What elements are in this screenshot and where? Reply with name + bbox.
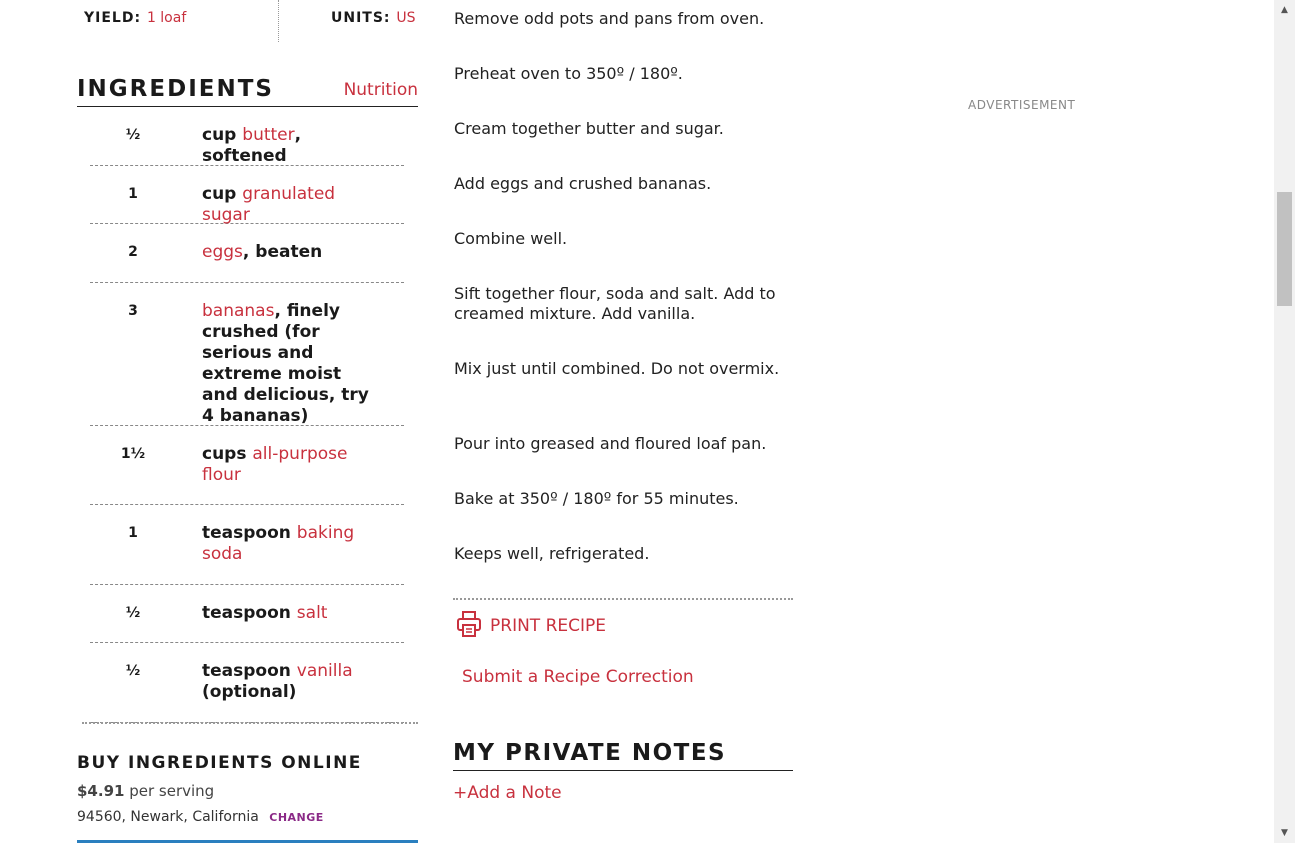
ingredient-link[interactable]: eggs [202, 242, 243, 262]
ingredient-unit-text: teaspoon [202, 603, 297, 623]
ingredient-unit-text: teaspoon [202, 523, 297, 543]
submit-correction-link[interactable]: Submit a Recipe Correction [462, 667, 694, 687]
ingredient-text: cup butter, softened [202, 125, 382, 167]
yield-units-bar: YIELD: 1 loaf UNITS: US [84, 0, 416, 42]
private-notes-header: MY PRIVATE NOTES [453, 740, 793, 771]
ingredient-unit-text: cup [202, 184, 243, 204]
direction-step: Combine well. [454, 229, 568, 248]
change-location-button[interactable]: CHANGE [269, 811, 324, 824]
ingredient-link[interactable]: vanilla [297, 661, 353, 681]
print-recipe-button[interactable]: PRINT RECIPE [456, 610, 607, 643]
price-value: $4.91 [77, 782, 125, 800]
ingredient-row: ½ cup butter, softened [90, 107, 404, 166]
per-serving-label: per serving [129, 782, 215, 800]
units-label: UNITS: [331, 10, 391, 26]
ingredients-title: INGREDIENTS [77, 76, 274, 102]
printer-icon [456, 610, 482, 643]
ingredient-row: 1 cup granulated sugar [90, 166, 404, 226]
direction-step: Mix just until combined. Do not overmix. [454, 359, 780, 378]
ingredients-list: ½ cup butter, softened 1 cup granulated sug… [90, 107, 404, 723]
direction-step: Add eggs and crushed bananas. [454, 174, 712, 193]
direction-step: Remove odd pots and pans from oven. [454, 9, 765, 28]
direction-step: Bake at 350º / 180º for 55 minutes. [454, 489, 739, 508]
location-text: 94560, Newark, California [77, 809, 259, 825]
ingredient-row: 1 teaspoon baking soda [90, 505, 404, 585]
direction-step: Cream together butter and sugar. [454, 119, 724, 138]
ingredient-row: 1½ cups all-purpose flour [90, 426, 404, 505]
scroll-up-icon[interactable]: ▲ [1274, 0, 1295, 20]
ingredient-text: teaspoon vanilla (optional) [202, 661, 382, 703]
units-info: UNITS: US [331, 10, 416, 26]
ingredient-text: eggs, beaten [202, 242, 382, 263]
ingredient-text: bananas, finely crushed (for serious and… [202, 301, 382, 427]
ingredient-unit-text: teaspoon [202, 661, 297, 681]
yield-label: YIELD: [84, 10, 142, 26]
ingredient-unit-text: cup [202, 125, 243, 145]
add-note-button[interactable]: +Add a Note [453, 783, 562, 803]
ingredients-end-divider [82, 722, 418, 724]
ingredient-quantity: ½ [125, 605, 141, 621]
page-scrollbar[interactable]: ▲ ▼ [1274, 0, 1295, 843]
ingredient-quantity: 3 [128, 303, 138, 319]
steps-divider [453, 598, 793, 600]
advertisement-label: ADVERTISEMENT [968, 98, 1076, 112]
yield-divider [278, 0, 279, 42]
ingredient-row: 2 eggs, beaten [90, 224, 404, 283]
ingredient-unit-text: , beaten [242, 242, 323, 262]
ingredient-link[interactable]: butter [242, 125, 294, 145]
yield-value[interactable]: 1 loaf [147, 10, 186, 26]
buy-price: $4.91 per serving [77, 782, 214, 800]
direction-step: Sift together flour, soda and salt. Add … [454, 284, 776, 323]
ingredient-quantity: 2 [128, 244, 138, 260]
ingredient-row: ½ teaspoon salt [90, 585, 404, 643]
ingredient-unit-text: cups [202, 444, 253, 464]
scroll-down-icon[interactable]: ▼ [1274, 823, 1295, 843]
scroll-thumb[interactable] [1277, 192, 1292, 306]
ingredient-text: cups all-purpose flour [202, 444, 382, 486]
ingredient-row: 3 bananas, finely crushed (for serious an… [90, 283, 404, 426]
buy-location: 94560, Newark, California CHANGE [77, 809, 324, 825]
yield-info: YIELD: 1 loaf [84, 10, 186, 26]
ingredient-quantity: ½ [125, 127, 141, 143]
ingredients-header: INGREDIENTS Nutrition [77, 76, 418, 107]
buy-ingredients-title: BUY INGREDIENTS ONLINE [77, 753, 362, 773]
ingredient-quantity: 1½ [120, 446, 146, 462]
ingredient-quantity: ½ [125, 663, 141, 679]
ingredient-link[interactable]: salt [297, 603, 328, 623]
ingredient-unit-text: (optional) [202, 682, 297, 702]
ingredient-row: ½ teaspoon vanilla (optional) [90, 643, 404, 723]
nutrition-link[interactable]: Nutrition [344, 80, 418, 100]
ingredient-quantity: 1 [128, 186, 138, 202]
private-notes-title: MY PRIVATE NOTES [453, 740, 727, 766]
ingredient-text: teaspoon baking soda [202, 523, 382, 565]
units-toggle[interactable]: US [396, 10, 415, 26]
direction-step: Pour into greased and floured loaf pan. [454, 434, 767, 453]
ingredient-text: cup granulated sugar [202, 184, 382, 226]
print-recipe-label: PRINT RECIPE [490, 616, 607, 636]
direction-step: Preheat oven to 350º / 180º. [454, 64, 683, 83]
ingredient-text: teaspoon salt [202, 603, 382, 624]
ingredient-quantity: 1 [128, 525, 138, 541]
ingredient-link[interactable]: bananas [202, 301, 274, 321]
direction-step: Keeps well, refrigerated. [454, 544, 650, 563]
